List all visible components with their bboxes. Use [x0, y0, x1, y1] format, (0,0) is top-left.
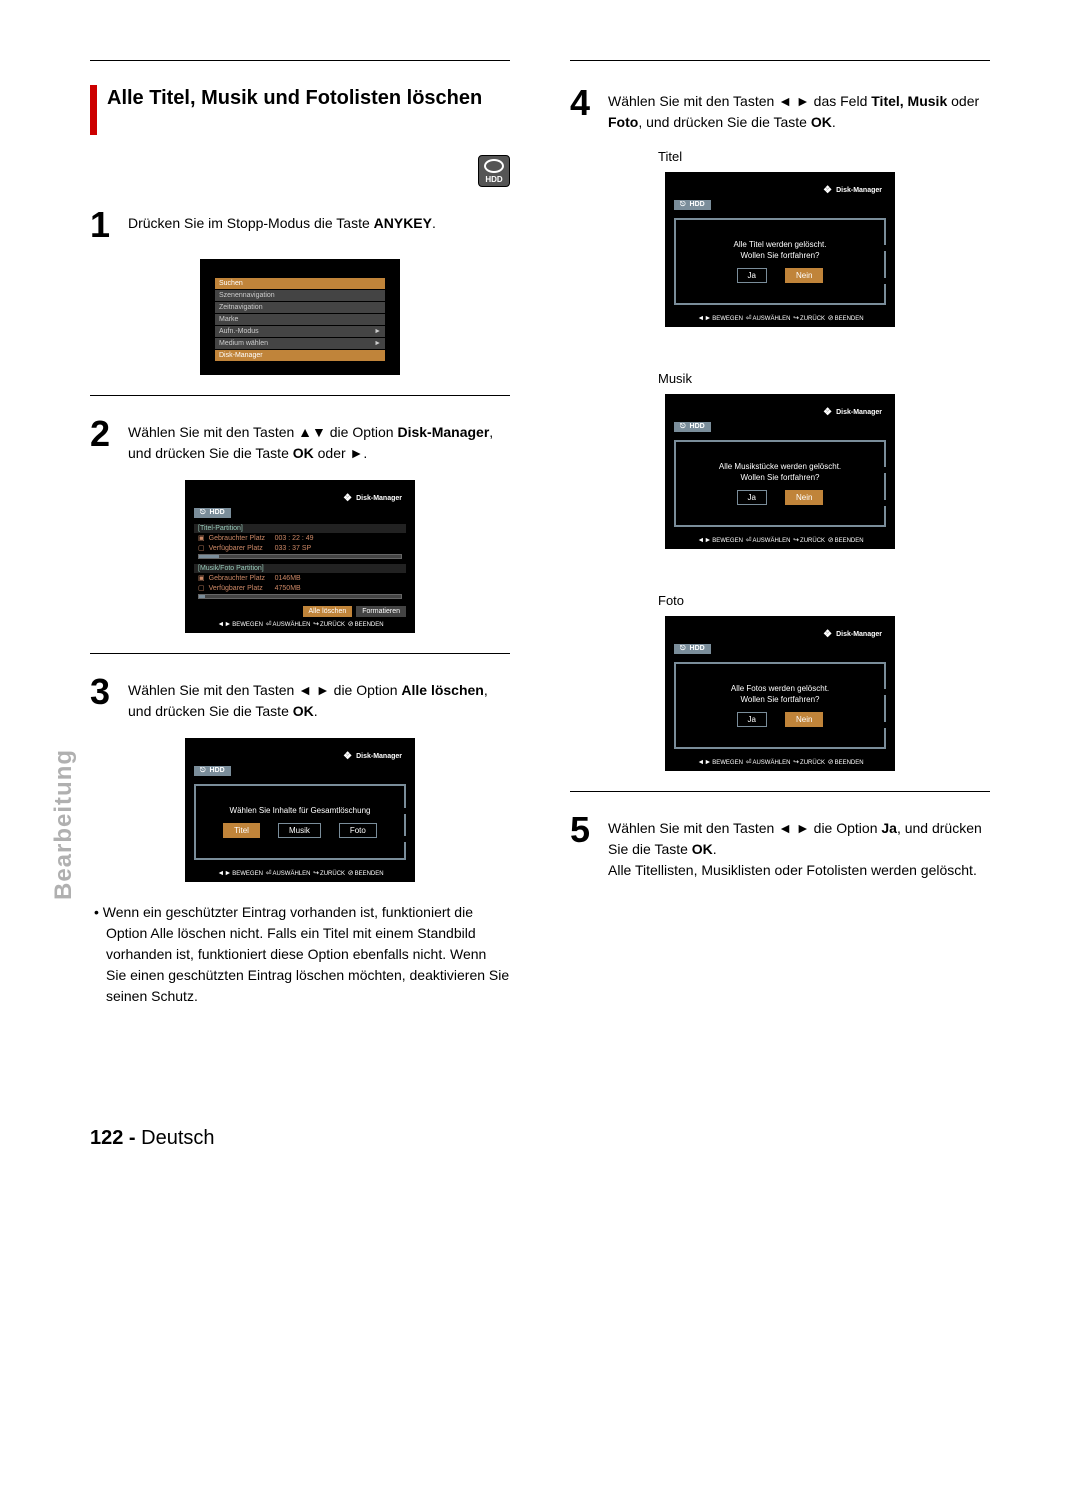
screen-label-musik: Musik [658, 371, 990, 386]
choice-row: Ja Nein [686, 712, 874, 727]
dialog-frame: Alle Titel werden gelöscht. Wollen Sie f… [674, 218, 886, 305]
screen-footer: ◄►BEWEGEN ⏎AUSWÄHLEN ↪ZURÜCK ⊘BEENDEN [674, 533, 886, 544]
divider [90, 653, 510, 654]
prompt-line2: Wollen Sie fortfahren? [686, 695, 874, 704]
step-2: 2 Wählen Sie mit den Tasten ▲▼ die Optio… [90, 416, 510, 464]
left-column: Alle Titel, Musik und Fotolisten löschen… [90, 60, 510, 1007]
screen-confirm-titel: ❖Disk-Manager ⎋HDD Alle Titel werden gel… [665, 172, 895, 327]
hdd-tag: ⎋HDD [194, 508, 231, 518]
prompt-line1: Alle Musikstücke werden gelöscht. [686, 462, 874, 471]
note-text: • Wenn ein geschützter Eintrag vorhanden… [90, 902, 510, 1007]
hdd-tag: ⎋HDD [674, 644, 711, 654]
diamond-icon: ❖ [823, 629, 832, 640]
step-4: 4 Wählen Sie mit den Tasten ◄ ► das Feld… [570, 85, 990, 133]
prompt-text: Wählen Sie Inhalte für Gesamtlöschung [206, 806, 394, 815]
choice-nein: Nein [785, 268, 823, 283]
step-text: Wählen Sie mit den Tasten ◄ ► die Option… [608, 812, 990, 881]
screen-footer: ◄►BEWEGEN ⏎AUSWÄHLEN ↪ZURÜCK ⊘BEENDEN [674, 311, 886, 322]
step-text: Wählen Sie mit den Tasten ▲▼ die Option … [128, 416, 510, 464]
choice-titel: Titel [223, 823, 260, 838]
btn-delete-all: Alle löschen [303, 606, 353, 617]
screen-label-titel: Titel [658, 149, 990, 164]
divider [570, 791, 990, 792]
screen-label-foto: Foto [658, 593, 990, 608]
hdd-icon: HDD [478, 155, 510, 187]
screen-header: ❖Disk-Manager [674, 405, 886, 420]
menu-list: Suchen Szenennavigation Zeitnavigation M… [209, 270, 391, 370]
divider [90, 60, 510, 61]
menu-item: Medium wählen► [215, 338, 385, 349]
screen-header: ❖Disk-Manager [674, 183, 886, 198]
screen-anykey-menu: Suchen Szenennavigation Zeitnavigation M… [200, 259, 400, 375]
hdd-tag: ⎋HDD [194, 766, 231, 776]
page-footer: 122 - Deutsch [90, 1127, 990, 1150]
hdd-tag: ⎋HDD [674, 422, 711, 432]
screen-confirm-foto: ❖Disk-Manager ⎋HDD Alle Fotos werden gel… [665, 616, 895, 771]
screen-footer: ◄►BEWEGEN ⏎AUSWÄHLEN ↪ZURÜCK ⊘BEENDEN [674, 755, 886, 766]
prompt-line2: Wollen Sie fortfahren? [686, 251, 874, 260]
step-number: 1 [90, 207, 118, 243]
step-number: 4 [570, 85, 598, 133]
menu-item-highlighted: Disk-Manager [215, 350, 385, 361]
screen-header: ❖Disk-Manager [674, 627, 886, 642]
diamond-icon: ❖ [343, 493, 352, 504]
prompt-line2: Wollen Sie fortfahren? [686, 473, 874, 482]
section-title: Alle Titel, Musik und Fotolisten löschen [90, 85, 510, 135]
choice-nein: Nein [785, 712, 823, 727]
partition-title: [Titel-Partition] ▣Gebrauchter Platz003 … [194, 524, 406, 560]
step-text: Drücken Sie im Stopp-Modus die Taste ANY… [128, 207, 436, 243]
divider [90, 395, 510, 396]
divider [570, 60, 990, 61]
screen-select-content: ❖Disk-Manager ⎋HDD Wählen Sie Inhalte fü… [185, 738, 415, 882]
dialog-frame: Wählen Sie Inhalte für Gesamtlöschung Ti… [194, 784, 406, 860]
screen-footer: ◄►BEWEGEN ⏎AUSWÄHLEN ↪ZURÜCK ⊘BEENDEN [194, 866, 406, 877]
choice-ja: Ja [737, 490, 767, 505]
menu-item: Suchen [215, 278, 385, 289]
step-number: 2 [90, 416, 118, 464]
step-1: 1 Drücken Sie im Stopp-Modus die Taste A… [90, 207, 510, 243]
screen-footer: ◄►BEWEGEN ⏎AUSWÄHLEN ↪ZURÜCK ⊘BEENDEN [194, 617, 406, 628]
step-5: 5 Wählen Sie mit den Tasten ◄ ► die Opti… [570, 812, 990, 881]
dialog-frame: Alle Fotos werden gelöscht. Wollen Sie f… [674, 662, 886, 749]
step-number: 3 [90, 674, 118, 722]
screen-disk-manager: ❖Disk-Manager ⎋HDD [Titel-Partition] ▣Ge… [185, 480, 415, 633]
step-number: 5 [570, 812, 598, 881]
btn-format: Formatieren [356, 606, 406, 617]
screen-header: ❖Disk-Manager [194, 491, 406, 506]
step-text: Wählen Sie mit den Tasten ◄ ► das Feld T… [608, 85, 990, 133]
right-column: 4 Wählen Sie mit den Tasten ◄ ► das Feld… [570, 60, 990, 1007]
choice-row: Titel Musik Foto [206, 823, 394, 838]
choice-ja: Ja [737, 712, 767, 727]
menu-item: Szenennavigation [215, 290, 385, 301]
choice-nein: Nein [785, 490, 823, 505]
section-heading: Alle Titel, Musik und Fotolisten löschen [107, 85, 482, 111]
hdd-tag: ⎋HDD [674, 200, 711, 210]
menu-item: Zeitnavigation [215, 302, 385, 313]
choice-ja: Ja [737, 268, 767, 283]
diamond-icon: ❖ [823, 185, 832, 196]
red-bar-icon [90, 85, 97, 135]
choice-row: Ja Nein [686, 490, 874, 505]
menu-item: Marke [215, 314, 385, 325]
menu-item: Aufn.-Modus► [215, 326, 385, 337]
step-text: Wählen Sie mit den Tasten ◄ ► die Option… [128, 674, 510, 722]
partition-music-photo: [Musik/Foto Partition] ▣Gebrauchter Plat… [194, 564, 406, 600]
prompt-line1: Alle Titel werden gelöscht. [686, 240, 874, 249]
screen-header: ❖Disk-Manager [194, 749, 406, 764]
prompt-line1: Alle Fotos werden gelöscht. [686, 684, 874, 693]
screen-confirm-musik: ❖Disk-Manager ⎋HDD Alle Musikstücke werd… [665, 394, 895, 549]
sidebar-section-label: Bearbeitung [50, 749, 78, 900]
step-3: 3 Wählen Sie mit den Tasten ◄ ► die Opti… [90, 674, 510, 722]
diamond-icon: ❖ [823, 407, 832, 418]
choice-row: Ja Nein [686, 268, 874, 283]
choice-foto: Foto [339, 823, 377, 838]
choice-musik: Musik [278, 823, 321, 838]
dialog-frame: Alle Musikstücke werden gelöscht. Wollen… [674, 440, 886, 527]
page-columns: Alle Titel, Musik und Fotolisten löschen… [90, 60, 990, 1007]
diamond-icon: ❖ [343, 751, 352, 762]
